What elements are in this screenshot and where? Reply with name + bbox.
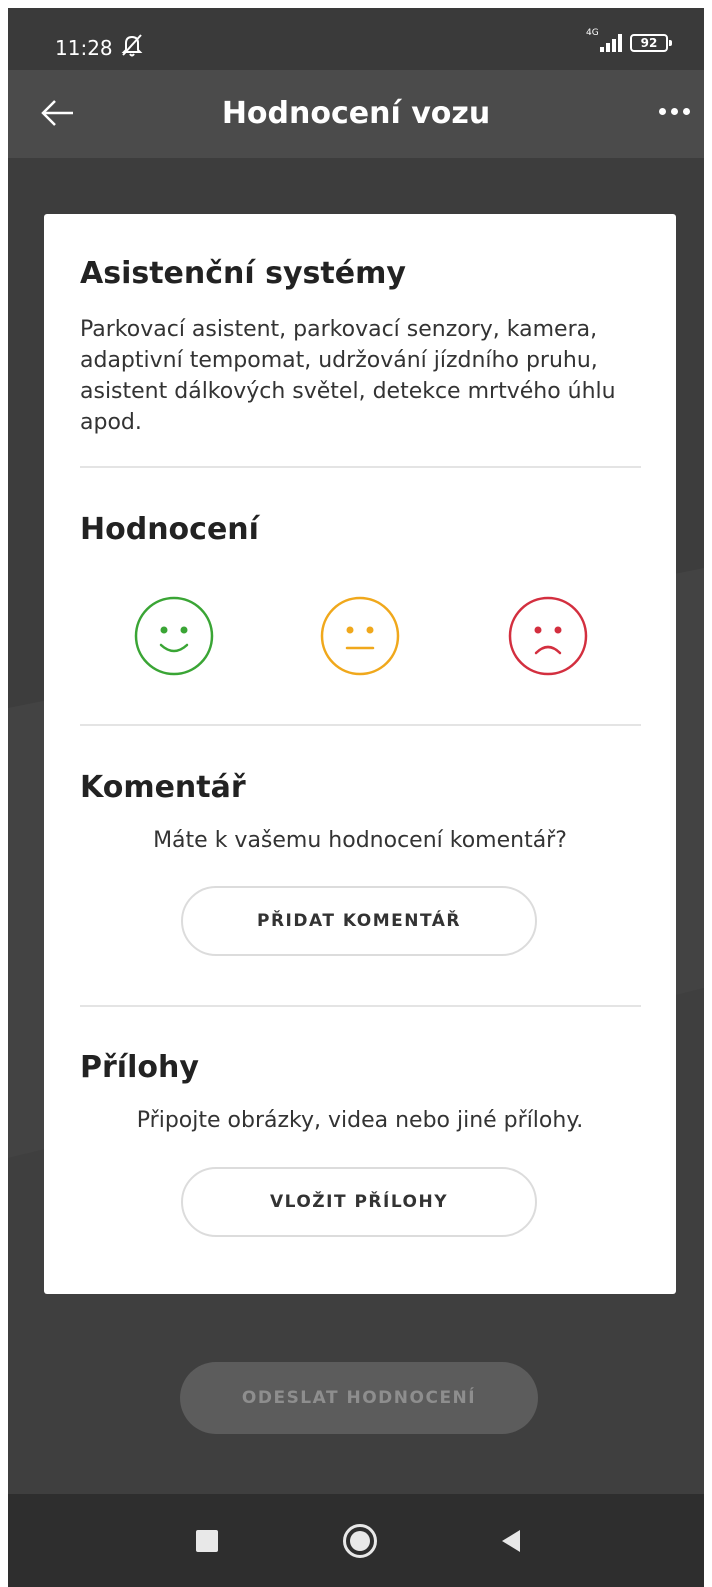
comment-prompt: Máte k vašemu hodnocení komentář? [153, 828, 567, 853]
smile-face-icon[interactable] [133, 595, 215, 677]
divider [80, 1005, 641, 1007]
app-bar: Hodnocení vozu [8, 70, 704, 158]
status-time: 11:28 [55, 36, 113, 60]
page-title: Hodnocení vozu [221, 96, 491, 131]
signal-icon: 4G [586, 28, 622, 52]
status-bar: 11:28 4G 92 [8, 8, 704, 70]
more-dots-icon[interactable] [659, 108, 690, 115]
add-comment-button[interactable]: PŘIDAT KOMENTÁŘ [181, 886, 537, 956]
app-screen: 11:28 4G 92 Hodnocení vozu Asistenční sy… [8, 8, 704, 1587]
battery-level: 92 [640, 36, 658, 50]
battery-icon: 92 [630, 34, 672, 52]
neutral-face-icon[interactable] [319, 595, 401, 677]
attachments-title: Přílohy [80, 1050, 199, 1085]
add-attachments-button[interactable]: VLOŽIT PŘÍLOHY [181, 1167, 537, 1237]
sad-face-icon[interactable] [507, 595, 589, 677]
network-type: 4G [586, 28, 599, 38]
back-triangle-icon[interactable] [500, 1528, 522, 1554]
divider [80, 724, 641, 726]
system-nav-bar [8, 1494, 704, 1587]
category-title: Asistenční systémy [80, 256, 406, 291]
comment-title: Komentář [80, 770, 246, 805]
home-circle-icon[interactable] [342, 1523, 378, 1559]
bell-off-icon [121, 34, 143, 57]
status-icons: 4G 92 [586, 28, 672, 52]
attachments-prompt: Připojte obrázky, videa nebo jiné příloh… [136, 1108, 584, 1133]
submit-rating-button[interactable]: ODESLAT HODNOCENÍ [180, 1362, 538, 1434]
category-description: Parkovací asistent, parkovací senzory, k… [80, 317, 616, 435]
recents-square-icon[interactable] [196, 1530, 218, 1552]
divider [80, 466, 641, 468]
rating-card: Asistenční systémy Parkovací asistent, p… [44, 214, 676, 1294]
rating-title: Hodnocení [80, 512, 259, 547]
